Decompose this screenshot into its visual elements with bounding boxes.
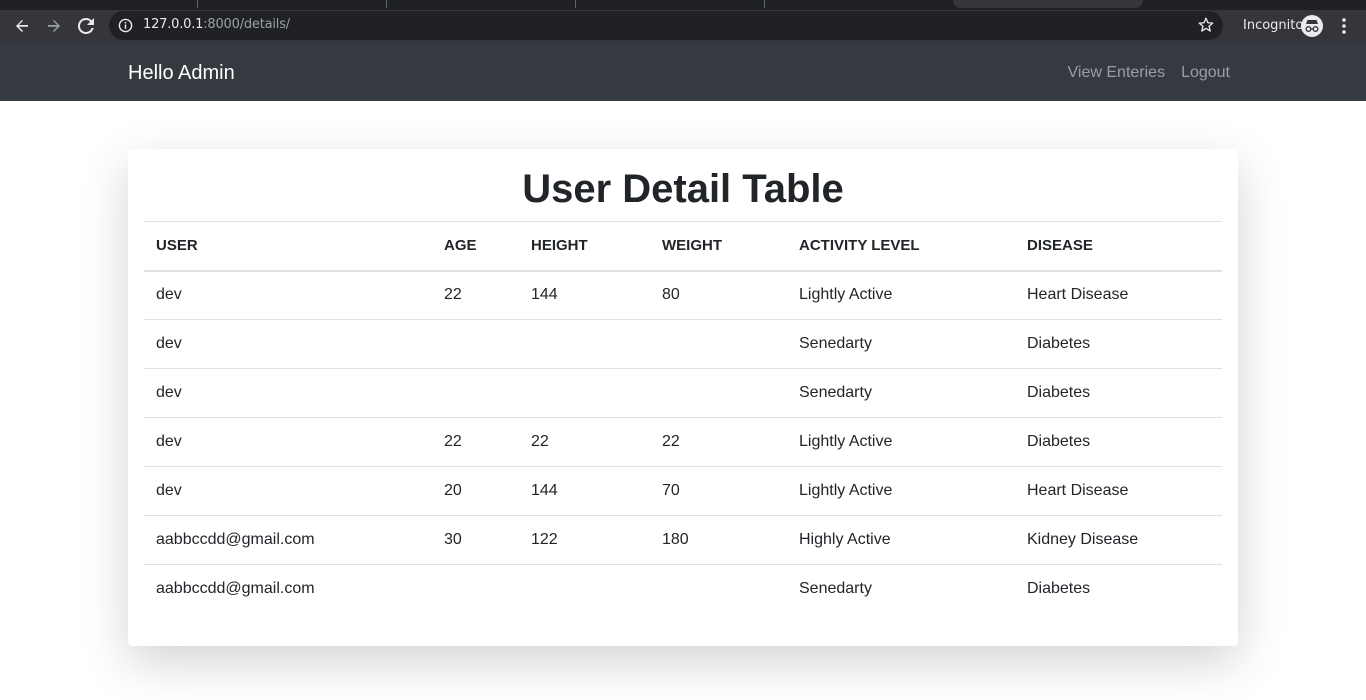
cell-user: dev	[144, 466, 432, 516]
cell-height	[519, 564, 650, 614]
kebab-dots	[1342, 18, 1346, 34]
user-detail-table: USER AGE HEIGHT WEIGHT ACTIVITY LEVEL DI…	[144, 221, 1222, 614]
cell-disease: Diabetes	[1015, 368, 1222, 418]
reload-button[interactable]	[74, 14, 98, 38]
tab-separator	[575, 0, 576, 8]
cell-age	[432, 319, 519, 369]
cell-height	[519, 368, 650, 418]
cell-user: dev	[144, 417, 432, 467]
cell-weight: 180	[650, 515, 787, 565]
cell-activity-level: Senedarty	[787, 319, 1015, 369]
column-header-disease: DISEASE	[1015, 221, 1222, 272]
cell-height: 22	[519, 417, 650, 467]
cell-age: 22	[432, 417, 519, 467]
table-row: dev 22 22 22 Lightly Active Diabetes	[144, 417, 1222, 467]
cell-disease: Kidney Disease	[1015, 515, 1222, 565]
table-body: dev 22 144 80 Lightly Active Heart Disea…	[144, 271, 1222, 614]
incognito-glyph	[1305, 20, 1319, 32]
cell-weight: 22	[650, 417, 787, 467]
table-row: dev Senedarty Diabetes	[144, 319, 1222, 369]
column-header-height: HEIGHT	[519, 221, 650, 272]
arrow-right-icon	[48, 20, 60, 32]
cell-activity-level: Senedarty	[787, 564, 1015, 614]
cell-height: 144	[531, 286, 558, 304]
table-row: dev 22 144 80 Lightly Active Heart Disea…	[144, 271, 1222, 320]
forward-button[interactable]	[42, 14, 66, 38]
cell-height: 144	[519, 466, 650, 516]
user-detail-card: User Detail Table USER AGE HEIGHT WEIGHT…	[128, 149, 1238, 646]
browser-toolbar: 127.0.0.1:8000/details/ Incognito	[0, 10, 1366, 42]
page-title: User Detail Table	[522, 167, 844, 211]
cell-disease: Diabetes	[1015, 319, 1222, 369]
tab-separator	[764, 0, 765, 8]
incognito-icon[interactable]	[1301, 15, 1323, 37]
reload-icon	[78, 18, 94, 34]
cell-weight	[650, 368, 787, 418]
info-icon[interactable]	[118, 18, 133, 33]
back-button[interactable]	[10, 14, 34, 38]
cell-user: dev	[144, 319, 432, 369]
cell-activity-level: Senedarty	[787, 368, 1015, 418]
column-header-activity-level: ACTIVITY LEVEL	[787, 221, 1015, 272]
kebab-menu-icon[interactable]	[1337, 16, 1351, 36]
arrow-left-icon	[16, 20, 28, 32]
star-icon[interactable]	[1197, 16, 1215, 34]
cell-user: aabbccdd@gmail.com	[144, 515, 432, 565]
url-text[interactable]: 127.0.0.1:8000/details/	[143, 17, 290, 32]
browser-tabstrip	[0, 0, 1366, 10]
table-row: dev Senedarty Diabetes	[144, 368, 1222, 418]
cell-disease: Heart Disease	[1027, 286, 1129, 304]
navbar-links: View Enteries Logout	[1068, 64, 1230, 82]
nav-link-view-entries[interactable]: View Enteries	[1068, 64, 1166, 82]
column-header-age: AGE	[432, 221, 519, 272]
table-row: aabbccdd@gmail.com 30 122 180 Highly Act…	[144, 515, 1222, 565]
tab-separator	[386, 0, 387, 8]
app-navbar: Hello Admin View Enteries Logout	[0, 42, 1366, 101]
table-header-row: USER AGE HEIGHT WEIGHT ACTIVITY LEVEL DI…	[144, 221, 1222, 272]
cell-user: aabbccdd@gmail.com	[144, 564, 432, 614]
cell-disease: Heart Disease	[1015, 466, 1222, 516]
cell-weight	[650, 564, 787, 614]
cell-age	[432, 564, 519, 614]
cell-age	[432, 368, 519, 418]
navbar-brand[interactable]: Hello Admin	[128, 62, 235, 85]
cell-height	[519, 319, 650, 369]
url-path: :8000/details/	[203, 17, 290, 32]
cell-activity-level: Lightly Active	[799, 286, 893, 304]
cell-disease: Diabetes	[1015, 417, 1222, 467]
cell-disease: Diabetes	[1015, 564, 1222, 614]
address-bar[interactable]: 127.0.0.1:8000/details/	[109, 11, 1223, 40]
cell-activity-level: Lightly Active	[787, 417, 1015, 467]
incognito-label: Incognito	[1243, 18, 1304, 33]
table-row: aabbccdd@gmail.com Senedarty Diabetes	[144, 564, 1222, 614]
cell-age: 22	[444, 286, 462, 304]
cell-user: dev	[144, 368, 432, 418]
cell-user: dev	[156, 286, 182, 304]
column-header-weight: WEIGHT	[650, 221, 787, 272]
cell-activity-level: Lightly Active	[787, 466, 1015, 516]
cell-weight: 80	[662, 286, 680, 304]
tab-separator	[197, 0, 198, 8]
cell-activity-level: Highly Active	[787, 515, 1015, 565]
cell-age: 30	[432, 515, 519, 565]
active-tab[interactable]	[953, 0, 1143, 8]
cell-weight: 70	[650, 466, 787, 516]
cell-height: 122	[519, 515, 650, 565]
table-row: dev 20 144 70 Lightly Active Heart Disea…	[144, 466, 1222, 516]
column-header-user: USER	[144, 221, 432, 272]
cell-weight	[650, 319, 787, 369]
cell-age: 20	[432, 466, 519, 516]
url-host: 127.0.0.1	[143, 17, 204, 32]
nav-link-logout[interactable]: Logout	[1181, 64, 1230, 82]
